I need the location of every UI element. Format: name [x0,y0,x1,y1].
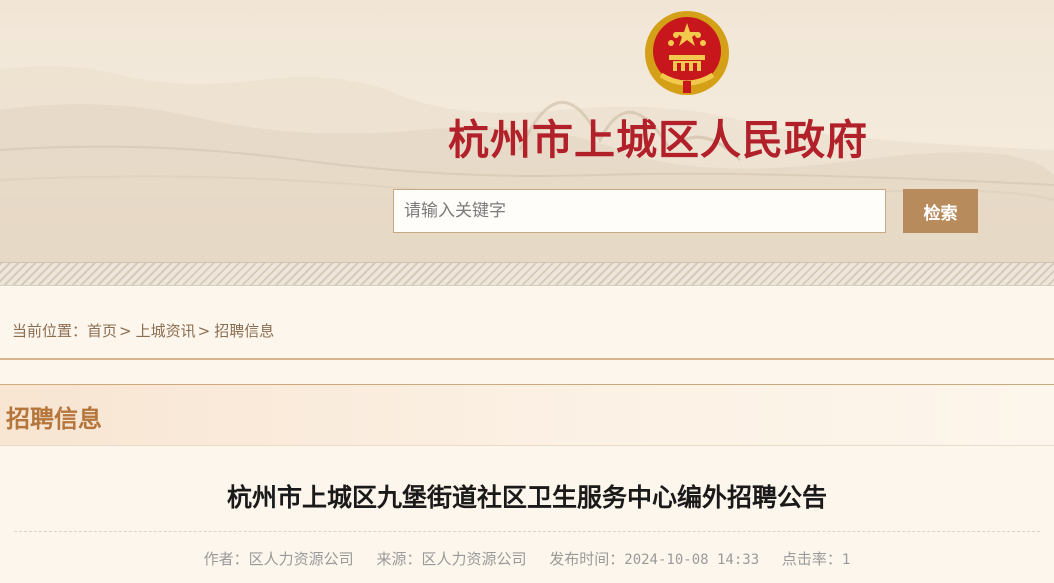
meta-source-value: 区人力资源公司 [421,550,527,568]
meta-clicks-label: 点击率： [781,550,842,568]
meta-time-value: 2024-10-08 14:33 [624,552,760,568]
breadcrumb: 当前位置：首页 > 上城资讯 > 招聘信息 [12,320,274,344]
meta-clicks-value: 1 [841,552,851,568]
meta-source: 来源：区人力资源公司 [376,550,526,568]
meta-time: 发布时间：2024-10-08 14:33 [549,550,759,568]
breadcrumb-news-link[interactable]: 上城资讯 [136,322,196,340]
meta-clicks: 点击率：1 [782,550,850,568]
national-emblem-icon [645,11,729,95]
site-title: 杭州市上城区人民政府 [448,116,868,164]
section-title: 招聘信息 [6,405,102,433]
meta-author-label: 作者： [203,550,249,568]
title-divider [14,531,1040,532]
meta-author: 作者：区人力资源公司 [204,550,354,568]
section-header: 招聘信息 [0,384,1054,446]
meta-author-value: 区人力资源公司 [248,550,354,568]
breadcrumb-recruitment-link[interactable]: 招聘信息 [214,322,274,340]
search-input[interactable] [393,189,886,233]
breadcrumb-prefix: 当前位置： [12,322,88,340]
meta-time-label: 发布时间： [549,550,625,568]
site-header: 杭州市上城区人民政府 检索 [0,0,1054,262]
breadcrumb-separator: > [119,322,132,340]
meta-source-label: 来源： [376,550,422,568]
article-title: 杭州市上城区九堡街道社区卫生服务中心编外招聘公告 [226,483,827,512]
breadcrumb-separator: > [197,322,211,340]
breadcrumb-home-link[interactable]: 首页 [87,322,117,340]
breadcrumb-divider [0,358,1054,360]
decorative-border [0,262,1054,286]
article-meta: 作者：区人力资源公司 来源：区人力资源公司 发布时间：2024-10-08 14… [0,548,1054,569]
search-button[interactable]: 检索 [903,189,978,233]
